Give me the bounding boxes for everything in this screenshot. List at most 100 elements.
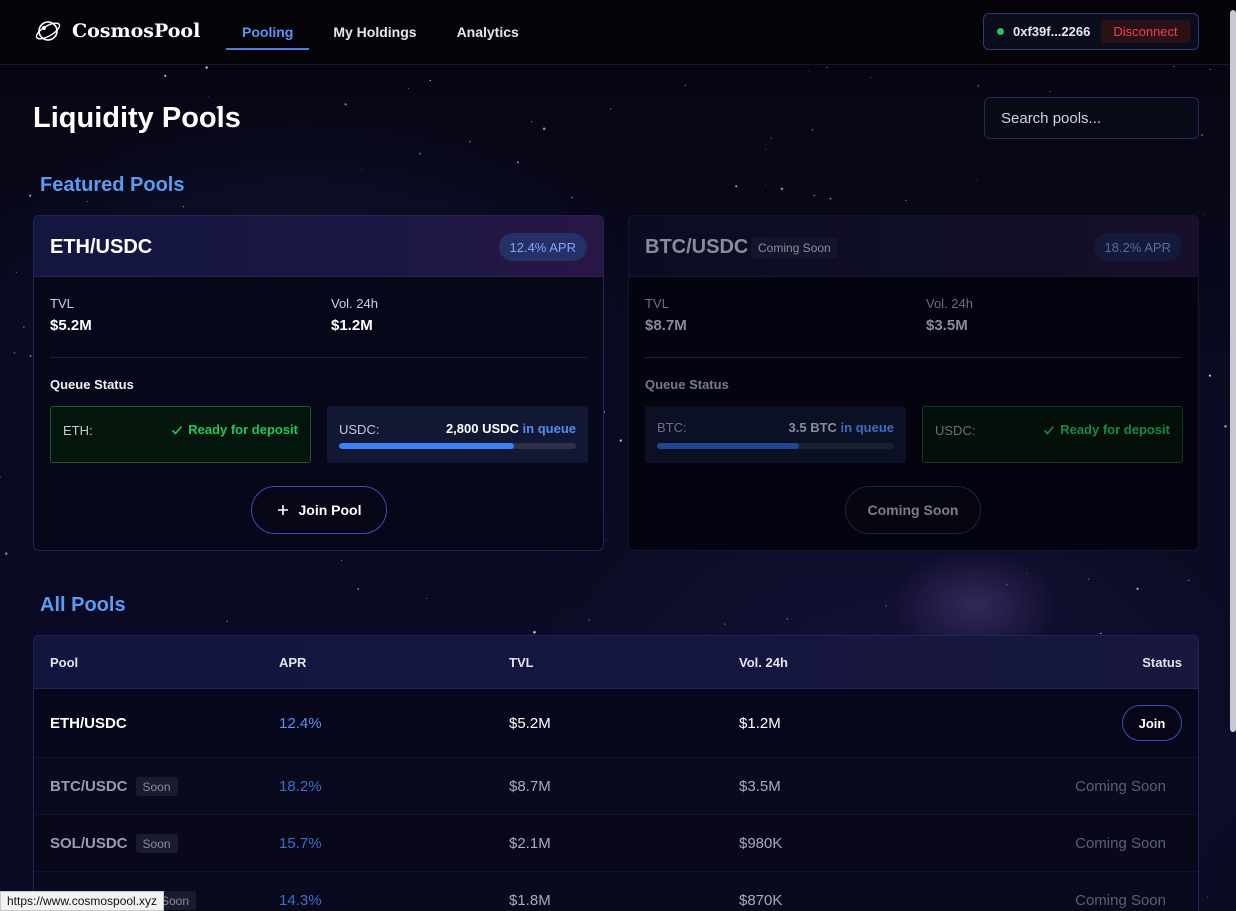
- volume-label: Vol. 24h: [331, 296, 378, 311]
- pool-volume: $3.5M: [739, 778, 781, 795]
- planet-ring-icon: [35, 21, 61, 41]
- brand-name: CosmosPool: [72, 20, 201, 42]
- search-pools-input[interactable]: [984, 97, 1199, 139]
- queue-progress-fill: [657, 443, 800, 449]
- queue-asset-label: USDC:: [339, 422, 380, 437]
- ready-status: Ready for deposit: [171, 422, 298, 437]
- queue-box-usdc: USDC: 2,800 USDC in queue: [327, 406, 588, 463]
- pool-pair: BTC/USDC: [50, 778, 128, 795]
- tvl-label: TVL: [645, 296, 669, 311]
- page-scrollbar[interactable]: [1230, 10, 1236, 732]
- ready-status: Ready for deposit: [1043, 422, 1170, 437]
- pool-name: ETH/USDC: [50, 715, 127, 732]
- queue-box-btc: BTC: 3.5 BTC in queue: [645, 406, 906, 463]
- nav-tab-analytics[interactable]: Analytics: [441, 0, 535, 50]
- all-pools-heading: All Pools: [40, 594, 126, 616]
- status-coming-soon: Coming Soon: [1075, 778, 1166, 795]
- queue-amount-value: 2,800 USDC: [445, 421, 519, 436]
- pool-tvl: $1.8M: [509, 892, 551, 909]
- featured-pools-heading: Featured Pools: [40, 174, 185, 196]
- queue-progress-bar: [339, 443, 576, 449]
- column-header-pool[interactable]: Pool: [50, 655, 78, 670]
- connected-status-dot: [997, 28, 1004, 35]
- join-pool-button[interactable]: Join Pool: [251, 486, 387, 534]
- pool-apr: 18.2%: [279, 778, 322, 795]
- pool-volume: $870K: [739, 892, 783, 909]
- queue-amount: 3.5 BTC in queue: [789, 420, 894, 435]
- queue-box-usdc: USDC: Ready for deposit: [922, 406, 1183, 463]
- check-icon: [1044, 425, 1055, 435]
- in-queue-text: in queue: [840, 420, 894, 435]
- table-row[interactable]: SOL/USDC Soon 15.7% $2.1M $980K Coming S…: [34, 815, 1198, 872]
- tvl-value: $8.7M: [645, 317, 687, 334]
- page-title: Liquidity Pools: [33, 102, 241, 134]
- pool-volume: $1.2M: [739, 715, 781, 732]
- queue-box-eth: ETH: Ready for deposit: [50, 406, 311, 463]
- pool-volume: $980K: [739, 835, 783, 852]
- volume-label: Vol. 24h: [926, 296, 973, 311]
- table-row[interactable]: Soon 14.3% $1.8M $870K Coming Soon: [34, 872, 1198, 911]
- divider: [645, 357, 1182, 358]
- pool-name: SOL/USDC Soon: [50, 834, 178, 853]
- ready-status-text: Ready for deposit: [1060, 422, 1170, 437]
- queue-amount: 2,800 USDC in queue: [446, 421, 576, 436]
- coming-soon-badge: Coming Soon: [751, 238, 838, 258]
- column-header-apr[interactable]: APR: [279, 655, 306, 670]
- pool-pair: SOL/USDC: [50, 835, 128, 852]
- pool-pair-title: BTC/USDC: [645, 236, 749, 258]
- queue-asset-label: USDC:: [935, 423, 976, 438]
- link-status-url: https://www.cosmospool.xyz: [0, 891, 165, 911]
- queue-status-label: Queue Status: [645, 377, 729, 392]
- pool-tvl: $8.7M: [509, 778, 551, 795]
- pool-apr: 12.4%: [279, 715, 322, 732]
- column-header-volume[interactable]: Vol. 24h: [739, 655, 788, 670]
- apr-badge: 12.4% APR: [498, 233, 587, 261]
- queue-status-label: Queue Status: [50, 377, 134, 392]
- table-header: Pool APR TVL Vol. 24h Status: [34, 636, 1198, 689]
- nav-tab-pooling[interactable]: Pooling: [226, 0, 310, 50]
- pool-pair-title: ETH/USDC: [50, 236, 153, 258]
- tvl-value: $5.2M: [50, 317, 92, 334]
- pool-apr: 15.7%: [279, 835, 322, 852]
- status-coming-soon: Coming Soon: [1075, 892, 1166, 909]
- status-coming-soon: Coming Soon: [1075, 835, 1166, 852]
- card-header: BTC/USDC Coming Soon 18.2% APR: [629, 216, 1198, 277]
- column-header-status[interactable]: Status: [1142, 655, 1182, 670]
- featured-pool-card-eth-usdc: ETH/USDC 12.4% APR TVL $5.2M Vol. 24h $1…: [33, 215, 604, 551]
- top-header: CosmosPool Pooling My Holdings Analytics…: [0, 0, 1236, 65]
- card-header: ETH/USDC 12.4% APR: [34, 216, 603, 277]
- wallet-address: 0xf39f...2266: [1013, 24, 1091, 39]
- in-queue-text: in queue: [522, 421, 576, 436]
- brand-logo[interactable]: CosmosPool: [34, 16, 200, 46]
- join-pool-label: Join Pool: [298, 502, 362, 518]
- disconnect-button[interactable]: Disconnect: [1101, 20, 1190, 43]
- table-row[interactable]: ETH/USDC 12.4% $5.2M $1.2M Join: [34, 689, 1198, 758]
- queue-progress-fill: [339, 443, 515, 449]
- volume-value: $1.2M: [331, 317, 373, 334]
- table-row[interactable]: BTC/USDC Soon 18.2% $8.7M $3.5M Coming S…: [34, 758, 1198, 815]
- queue-asset-label: ETH:: [63, 423, 93, 438]
- check-icon: [172, 425, 183, 435]
- main-nav: Pooling My Holdings Analytics: [226, 0, 543, 65]
- apr-badge: 18.2% APR: [1093, 233, 1182, 261]
- pool-apr: 14.3%: [279, 892, 322, 909]
- pool-tvl: $2.1M: [509, 835, 551, 852]
- queue-asset-label: BTC:: [657, 420, 687, 435]
- pool-tvl: $5.2M: [509, 715, 551, 732]
- tvl-label: TVL: [50, 296, 74, 311]
- ready-status-text: Ready for deposit: [188, 422, 298, 437]
- pool-pair: ETH/USDC: [50, 715, 127, 732]
- soon-badge: Soon: [135, 834, 178, 853]
- divider: [50, 357, 587, 358]
- volume-value: $3.5M: [926, 317, 968, 334]
- wallet-chip: 0xf39f...2266 Disconnect: [983, 13, 1199, 50]
- featured-pool-card-btc-usdc: BTC/USDC Coming Soon 18.2% APR TVL $8.7M…: [628, 215, 1199, 551]
- join-button[interactable]: Join: [1122, 705, 1182, 741]
- soon-badge: Soon: [135, 777, 178, 796]
- all-pools-table: Pool APR TVL Vol. 24h Status ETH/USDC 12…: [33, 635, 1199, 911]
- coming-soon-button: Coming Soon: [845, 486, 981, 534]
- nav-tab-my-holdings[interactable]: My Holdings: [317, 0, 432, 50]
- column-header-tvl[interactable]: TVL: [509, 655, 534, 670]
- queue-amount-value: 3.5 BTC: [788, 420, 837, 435]
- queue-progress-bar: [657, 443, 894, 449]
